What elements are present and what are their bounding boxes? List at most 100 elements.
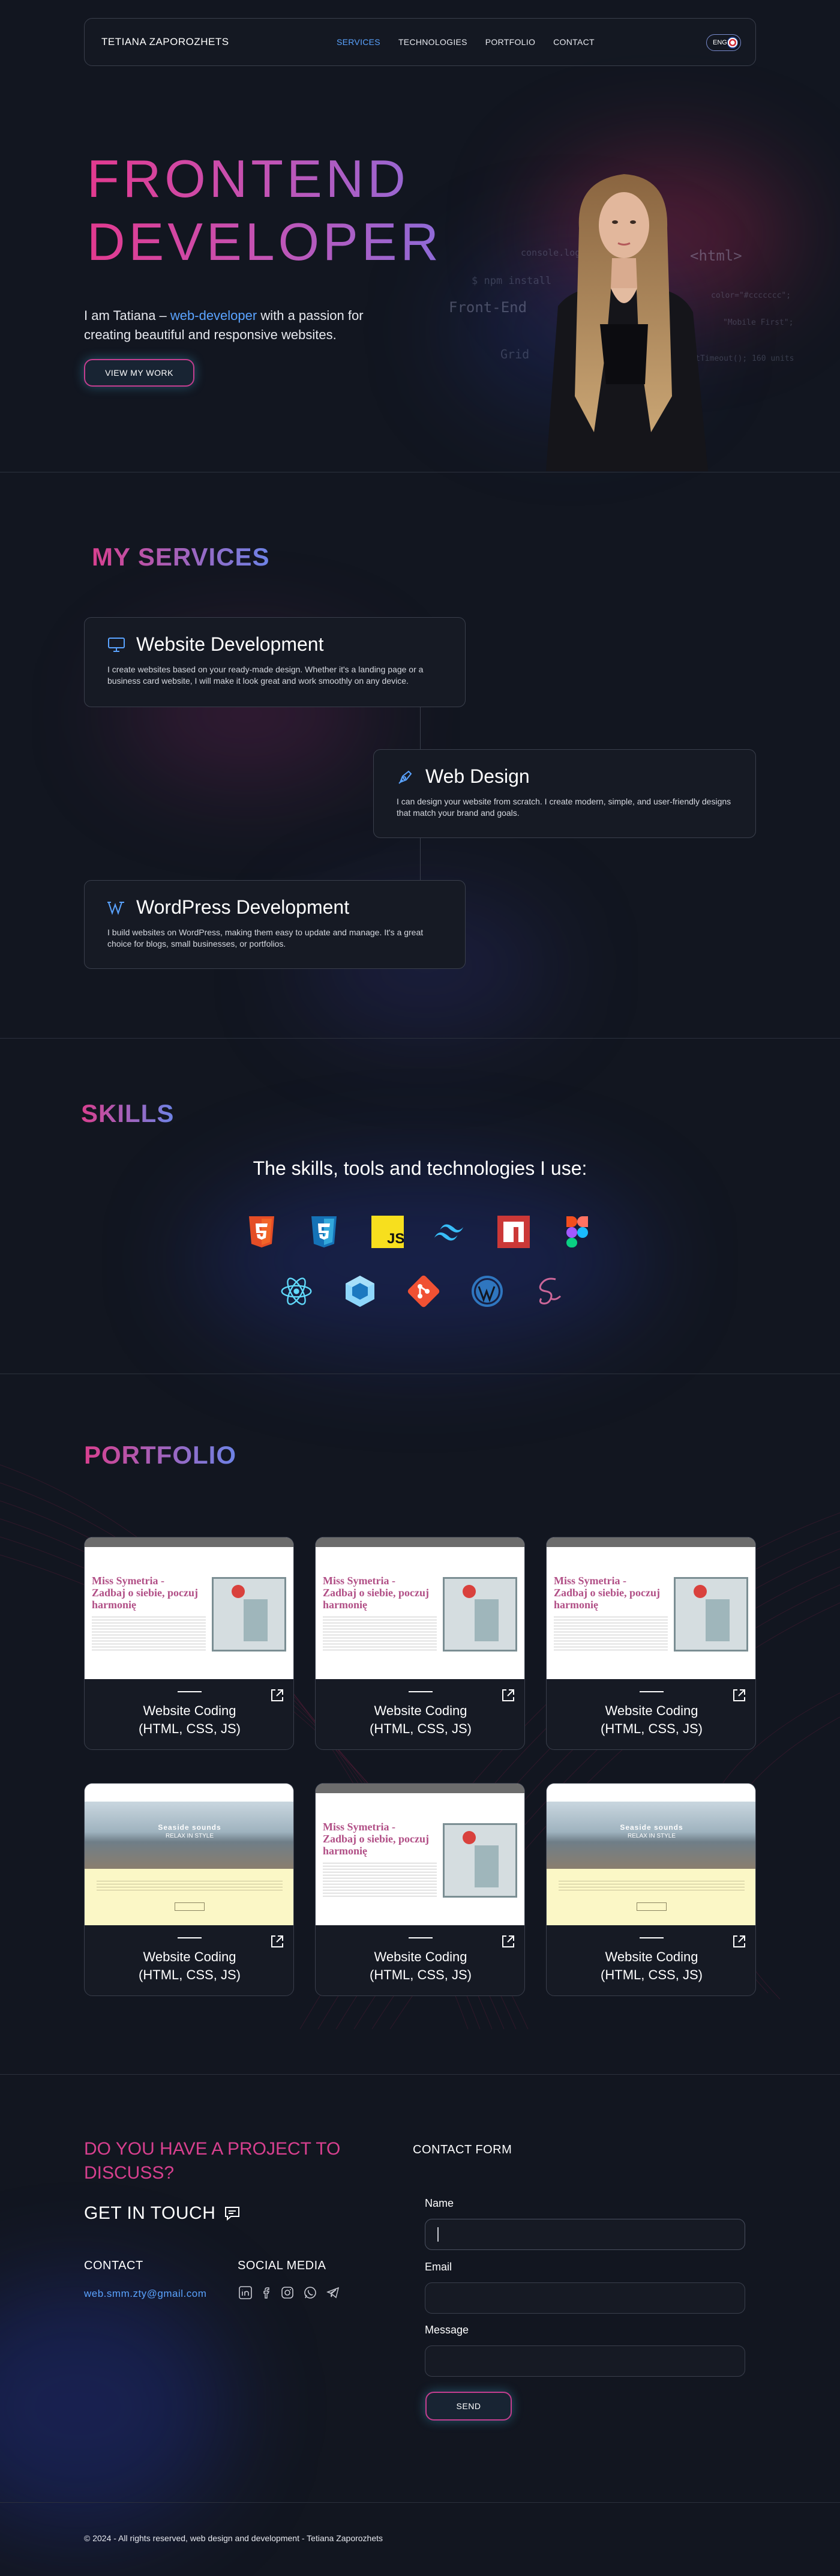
language-switcher[interactable]: ENG: [706, 34, 741, 51]
external-link-icon[interactable]: [731, 1934, 747, 1949]
nav-technologies[interactable]: TECHNOLOGIES: [398, 37, 467, 47]
screenshot-heading-line: harmonię: [323, 1599, 367, 1611]
service-description: I can design your website from scratch. …: [397, 797, 731, 818]
screenshot-navbar: [316, 1537, 524, 1547]
hero-title: FRONTEND DEVELOPER: [87, 147, 442, 273]
screenshot-heading: Seaside sounds: [620, 1823, 683, 1832]
project-screenshot: Miss Symetria - Zadbaj o siebie, poczuj …: [316, 1784, 524, 1925]
caption-line2: (HTML, CSS, JS): [601, 1967, 703, 1982]
whatsapp-icon[interactable]: [304, 2286, 317, 2299]
message-field[interactable]: [425, 2345, 745, 2377]
name-field[interactable]: [425, 2219, 745, 2250]
portfolio-card[interactable]: Miss Symetria - Zadbaj o siebie, poczuj …: [315, 1783, 525, 1996]
external-link-icon[interactable]: [731, 1688, 747, 1703]
service-card-wordpress-development[interactable]: WordPress Development I build websites o…: [84, 880, 466, 969]
view-my-work-button[interactable]: VIEW MY WORK: [84, 359, 194, 387]
screenshot-heading-line: Zadbaj o siebie, poczuj: [92, 1587, 199, 1599]
text-caret: [437, 2227, 439, 2242]
portfolio-caption: Website Coding (HTML, CSS, JS): [85, 1925, 293, 1995]
nav-services[interactable]: SERVICES: [337, 37, 380, 47]
screenshot-image: Seaside sounds RELAX IN STYLE: [85, 1802, 293, 1869]
telegram-icon[interactable]: [326, 2286, 340, 2299]
portfolio-caption: Website Coding (HTML, CSS, JS): [85, 1679, 293, 1749]
skills-title: SKILLS: [81, 1099, 175, 1127]
instagram-icon[interactable]: [281, 2286, 294, 2299]
email-field[interactable]: [425, 2282, 745, 2314]
chat-icon: [225, 2207, 240, 2221]
portfolio-card[interactable]: Miss Symetria - Zadbaj o siebie, poczuj …: [315, 1537, 525, 1750]
skills-glow: [192, 1171, 648, 1351]
portfolio-card[interactable]: Miss Symetria - Zadbaj o siebie, poczuj …: [546, 1537, 756, 1750]
nav-portfolio[interactable]: PORTFOLIO: [485, 37, 535, 47]
name-label: Name: [425, 2197, 454, 2209]
screenshot-text-block: [323, 1860, 437, 1896]
caption-divider: [178, 1691, 202, 1692]
nav-contact[interactable]: CONTACT: [553, 37, 595, 47]
screenshot-text-block: [554, 1614, 668, 1650]
service-card-web-design[interactable]: Web Design I can design your website fro…: [373, 749, 756, 838]
external-link-icon[interactable]: [269, 1688, 285, 1703]
main-nav: SERVICES TECHNOLOGIES PORTFOLIO CONTACT: [337, 37, 595, 47]
screenshot-heading-line: Miss Symetria -: [323, 1821, 395, 1833]
caption-line2: (HTML, CSS, JS): [601, 1721, 703, 1736]
screenshot-heading-line: Miss Symetria -: [323, 1575, 395, 1587]
screenshot-navbar: [547, 1784, 755, 1802]
caption-line1: Website Coding: [374, 1703, 467, 1718]
screenshot-text-block: [92, 1614, 206, 1650]
contact-question: DO YOU HAVE A PROJECT TO DISCUSS?: [84, 2139, 341, 2183]
webpack-icon: [343, 1274, 377, 1308]
monitor-icon: [108, 637, 125, 652]
service-title: Website Development: [107, 633, 442, 656]
screenshot-subheading: RELAX IN STYLE: [165, 1833, 214, 1839]
screenshot-text-block: [323, 1614, 437, 1650]
wordpress-icon: [470, 1274, 504, 1308]
screenshot-image: [443, 1823, 517, 1898]
caption-line1: Website Coding: [143, 1949, 236, 1964]
brand-name[interactable]: TETIANA ZAPOROZHETS: [101, 36, 229, 48]
contact-heading: CONTACT: [84, 2259, 143, 2272]
pen-tool-icon: [398, 770, 412, 784]
section-divider: [0, 2502, 840, 2503]
portrait-photo: [546, 174, 708, 471]
get-in-touch-text: GET IN TOUCH: [84, 2203, 216, 2223]
hero-intro: I am Tatiana – web-developer with a pass…: [84, 306, 396, 345]
send-button[interactable]: SEND: [425, 2392, 512, 2421]
screenshot-subheading: RELAX IN STYLE: [627, 1833, 676, 1839]
figma-icon: [560, 1215, 594, 1249]
external-link-icon[interactable]: [500, 1934, 516, 1949]
screenshot-heading: Miss Symetria - Zadbaj o siebie, poczuj …: [92, 1575, 198, 1611]
footer-copyright: © 2024 - All rights reserved, web design…: [84, 2533, 383, 2543]
skills-subtitle: The skills, tools and technologies I use…: [253, 1157, 587, 1179]
intro-highlight: web-developer: [170, 308, 257, 323]
external-link-icon[interactable]: [269, 1934, 285, 1949]
external-link-icon[interactable]: [500, 1688, 516, 1703]
screenshot-heading-line: Miss Symetria -: [92, 1575, 164, 1587]
caption-divider: [178, 1937, 202, 1938]
email-link[interactable]: web.smm.zty@gmail.com: [84, 2288, 206, 2300]
caption-line2: (HTML, CSS, JS): [139, 1721, 241, 1736]
javascript-icon: JS: [371, 1215, 404, 1249]
service-card-website-development[interactable]: Website Development I create websites ba…: [84, 617, 466, 707]
section-divider: [0, 2074, 840, 2075]
get-in-touch-heading: GET IN TOUCH: [84, 2203, 241, 2224]
wordpress-icon: [107, 901, 124, 915]
contact-form-heading: CONTACT FORM: [413, 2143, 512, 2156]
portfolio-card[interactable]: Seaside sounds RELAX IN STYLE Website Co…: [84, 1783, 294, 1996]
service-description: I create websites based on your ready-ma…: [107, 665, 424, 686]
portfolio-caption: Website Coding (HTML, CSS, JS): [316, 1925, 524, 1995]
portfolio-card[interactable]: Seaside sounds RELAX IN STYLE Website Co…: [546, 1783, 756, 1996]
facebook-icon[interactable]: [260, 2286, 274, 2299]
screenshot-navbar: [547, 1537, 755, 1547]
screenshot-image: Seaside sounds RELAX IN STYLE: [547, 1802, 755, 1869]
page: TETIANA ZAPOROZHETS SERVICES TECHNOLOGIE…: [0, 0, 840, 2576]
git-icon: [407, 1274, 440, 1308]
portfolio-caption: Website Coding (HTML, CSS, JS): [316, 1679, 524, 1749]
portfolio-card[interactable]: Miss Symetria - Zadbaj o siebie, poczuj …: [84, 1537, 294, 1750]
project-screenshot: Miss Symetria - Zadbaj o siebie, poczuj …: [547, 1537, 755, 1679]
js-label: JS: [387, 1231, 404, 1247]
contact-glow: [0, 2281, 228, 2533]
linkedin-icon[interactable]: [239, 2286, 252, 2299]
screenshot-heading-line: Zadbaj o siebie, poczuj: [323, 1587, 430, 1599]
section-divider: [0, 1038, 840, 1039]
project-screenshot: Seaside sounds RELAX IN STYLE: [85, 1784, 293, 1925]
